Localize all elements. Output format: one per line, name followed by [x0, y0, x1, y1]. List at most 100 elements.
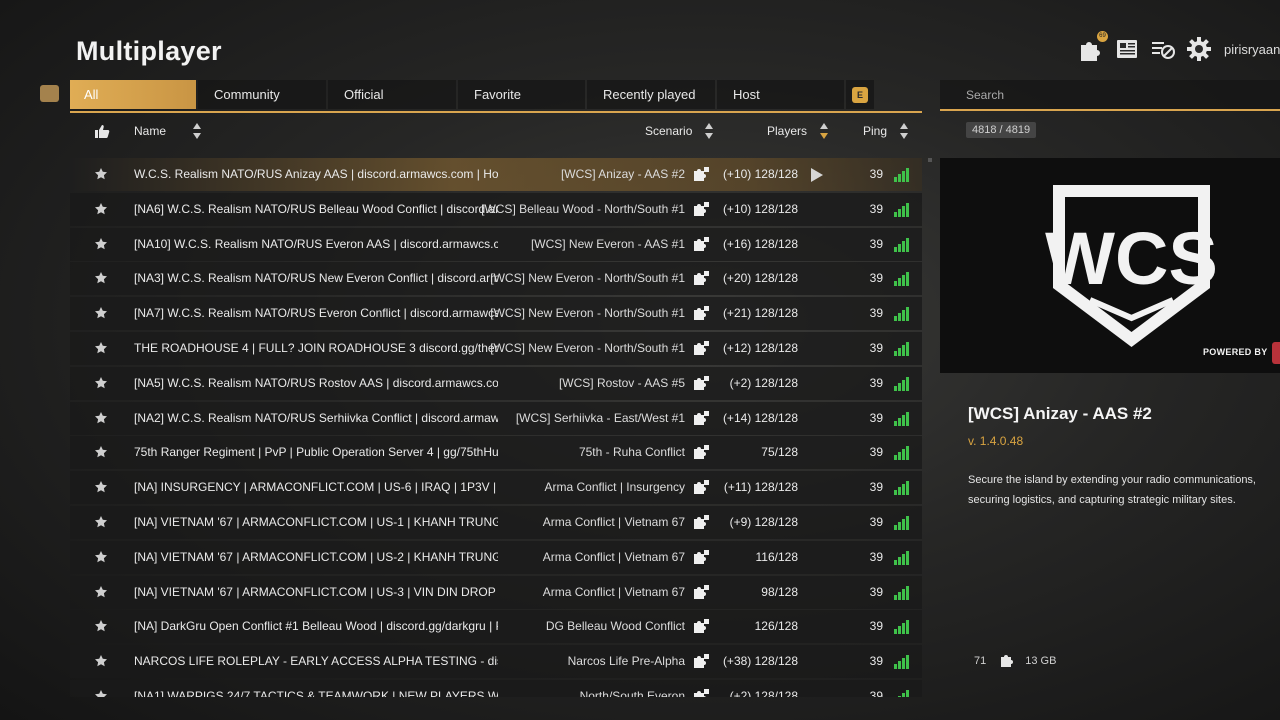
table-row[interactable]: [NA] DarkGru Open Conflict #1 Belleau Wo…	[70, 610, 922, 644]
detail-description: Secure the island by extending your radi…	[968, 474, 1256, 506]
table-row[interactable]: [NA] VIETNAM '67 | ARMACONFLICT.COM | US…	[70, 506, 922, 539]
star-icon[interactable]	[94, 445, 108, 459]
star-icon[interactable]	[94, 202, 108, 216]
mods-workshop-icon[interactable]: 69	[1078, 31, 1108, 62]
puzzle-icon	[1001, 655, 1014, 667]
table-row[interactable]: [NA] INSURGENCY | ARMACONFLICT.COM | US-…	[70, 471, 922, 505]
table-row[interactable]: THE ROADHOUSE 4 | FULL? JOIN ROADHOUSE 3…	[70, 332, 922, 365]
signal-strength-icon	[894, 237, 910, 252]
news-icon[interactable]	[1114, 36, 1140, 62]
signal-strength-icon	[894, 202, 910, 217]
name-header-label: Name	[134, 123, 167, 138]
scrollbar[interactable]	[928, 158, 932, 162]
server-scenario: 75th - Ruha Conflict	[578, 445, 685, 460]
sort-arrows-icon	[193, 122, 202, 139]
star-icon[interactable]	[94, 376, 108, 390]
signal-strength-icon	[894, 376, 910, 391]
table-row[interactable]: NARCOS LIFE ROLEPLAY - EARLY ACCESS ALPH…	[70, 645, 922, 679]
star-icon[interactable]	[94, 341, 108, 355]
table-row[interactable]: [NA] VIETNAM '67 | ARMACONFLICT.COM | US…	[70, 540, 922, 574]
players-header[interactable]: Players	[767, 113, 829, 148]
e-key-hint: E	[852, 86, 868, 103]
server-ping: 39	[869, 271, 883, 286]
tab-favorite[interactable]: Favorite	[458, 80, 585, 109]
star-icon[interactable]	[94, 689, 108, 697]
tab-next-key[interactable]: E	[846, 80, 874, 109]
star-icon[interactable]	[94, 619, 108, 633]
server-scenario: Arma Conflict | Vietnam 67	[542, 515, 685, 529]
blocked-list-icon[interactable]	[1150, 36, 1176, 62]
server-name: [NA] VIETNAM '67 | ARMACONFLICT.COM | US…	[134, 584, 498, 599]
star-icon[interactable]	[94, 480, 108, 494]
signal-strength-icon	[894, 620, 910, 635]
signal-strength-icon	[894, 690, 910, 697]
server-name: [NA] VIETNAM '67 | ARMACONFLICT.COM | US…	[134, 549, 498, 564]
name-header[interactable]: Name	[134, 113, 202, 148]
server-ping: 39	[869, 201, 883, 216]
username[interactable]: pirisryaan	[1224, 42, 1280, 57]
star-icon[interactable]	[94, 585, 108, 599]
download-size: 13 GB	[1025, 654, 1057, 667]
tab-official[interactable]: Official	[328, 80, 456, 109]
tab-recently-played[interactable]: Recently played	[587, 80, 715, 109]
table-row[interactable]: [NA5] W.C.S. Realism NATO/RUS Rostov AAS…	[70, 366, 922, 400]
star-icon[interactable]	[94, 654, 108, 668]
server-name: W.C.S. Realism NATO/RUS Anizay AAS | dis…	[134, 167, 498, 181]
sponsor-logo	[1272, 342, 1280, 364]
search-input[interactable]	[940, 80, 1266, 109]
server-name: [NA6] W.C.S. Realism NATO/RUS Belleau Wo…	[134, 201, 498, 216]
server-players: (+2) 128/128	[729, 375, 798, 390]
scenario-header[interactable]: Scenario	[645, 113, 714, 148]
play-icon[interactable]	[810, 167, 824, 186]
server-players: (+9) 128/128	[729, 515, 798, 529]
tab-community[interactable]: Community	[198, 80, 326, 109]
filter-toggle-button[interactable]	[40, 85, 59, 102]
star-icon[interactable]	[94, 271, 108, 285]
table-row[interactable]: [NA7] W.C.S. Realism NATO/RUS Everon Con…	[70, 297, 922, 331]
ping-header-label: Ping	[863, 123, 888, 138]
table-row[interactable]: [NA10] W.C.S. Realism NATO/RUS Everon AA…	[70, 227, 922, 261]
ping-header[interactable]: Ping	[863, 113, 909, 148]
star-icon[interactable]	[94, 550, 108, 564]
detail-footer: 71 13 GB	[974, 652, 1056, 669]
star-icon[interactable]	[94, 411, 108, 425]
tab-host[interactable]: Host	[717, 80, 844, 109]
server-scenario: [WCS] Serhiivka - East/West #1	[515, 410, 685, 425]
server-scenario: North/South Everon	[579, 689, 685, 697]
table-row[interactable]: [NA6] W.C.S. Realism NATO/RUS Belleau Wo…	[70, 192, 922, 226]
table-row[interactable]: [NA] VIETNAM '67 | ARMACONFLICT.COM | US…	[70, 575, 922, 609]
table-row[interactable]: [NA1] WARPIGS 24/7 TACTICS & TEAMWORK | …	[70, 680, 922, 697]
server-name: [NA2] W.C.S. Realism NATO/RUS Serhiivka …	[134, 410, 498, 425]
mods-icon	[693, 688, 710, 697]
mods-icon	[693, 236, 710, 253]
server-ping: 39	[869, 375, 883, 390]
top-toolbar: 69	[1078, 31, 1212, 62]
table-row[interactable]: [NA2] W.C.S. Realism NATO/RUS Serhiivka …	[70, 401, 922, 435]
star-icon[interactable]	[94, 515, 108, 529]
signal-strength-icon	[894, 585, 910, 600]
table-row[interactable]: 75th Ranger Regiment | PvP | Public Oper…	[70, 436, 922, 470]
table-row[interactable]: [NA3] W.C.S. Realism NATO/RUS New Everon…	[70, 262, 922, 296]
table-row[interactable]: W.C.S. Realism NATO/RUS Anizay AAS | dis…	[70, 158, 922, 191]
server-ping: 39	[869, 689, 883, 697]
signal-strength-icon	[894, 516, 910, 530]
server-name: [NA7] W.C.S. Realism NATO/RUS Everon Con…	[134, 306, 498, 321]
gear-icon[interactable]	[1186, 36, 1212, 62]
server-players: (+14) 128/128	[722, 410, 798, 425]
server-scenario: Narcos Life Pre-Alpha	[567, 654, 685, 669]
star-icon[interactable]	[94, 306, 108, 320]
detail-title: [WCS] Anizay - AAS #2	[968, 404, 1152, 423]
signal-strength-icon	[894, 411, 910, 426]
server-scenario: [WCS] New Everon - North/South #1	[490, 341, 685, 355]
favorite-sort-header[interactable]	[94, 113, 110, 148]
tab-bar: All Community Official Favorite Recently…	[70, 80, 922, 113]
server-count: 4818 / 4819	[966, 122, 1037, 138]
server-players: 98/128	[761, 584, 798, 599]
star-icon[interactable]	[94, 237, 108, 251]
server-scenario: Arma Conflict | Insurgency	[544, 480, 685, 495]
star-icon[interactable]	[94, 167, 108, 181]
server-players: (+12) 128/128	[722, 341, 798, 355]
server-players: 116/128	[755, 549, 799, 564]
tab-all[interactable]: All	[70, 80, 196, 109]
wcs-logo-text: WCS	[1045, 217, 1218, 300]
